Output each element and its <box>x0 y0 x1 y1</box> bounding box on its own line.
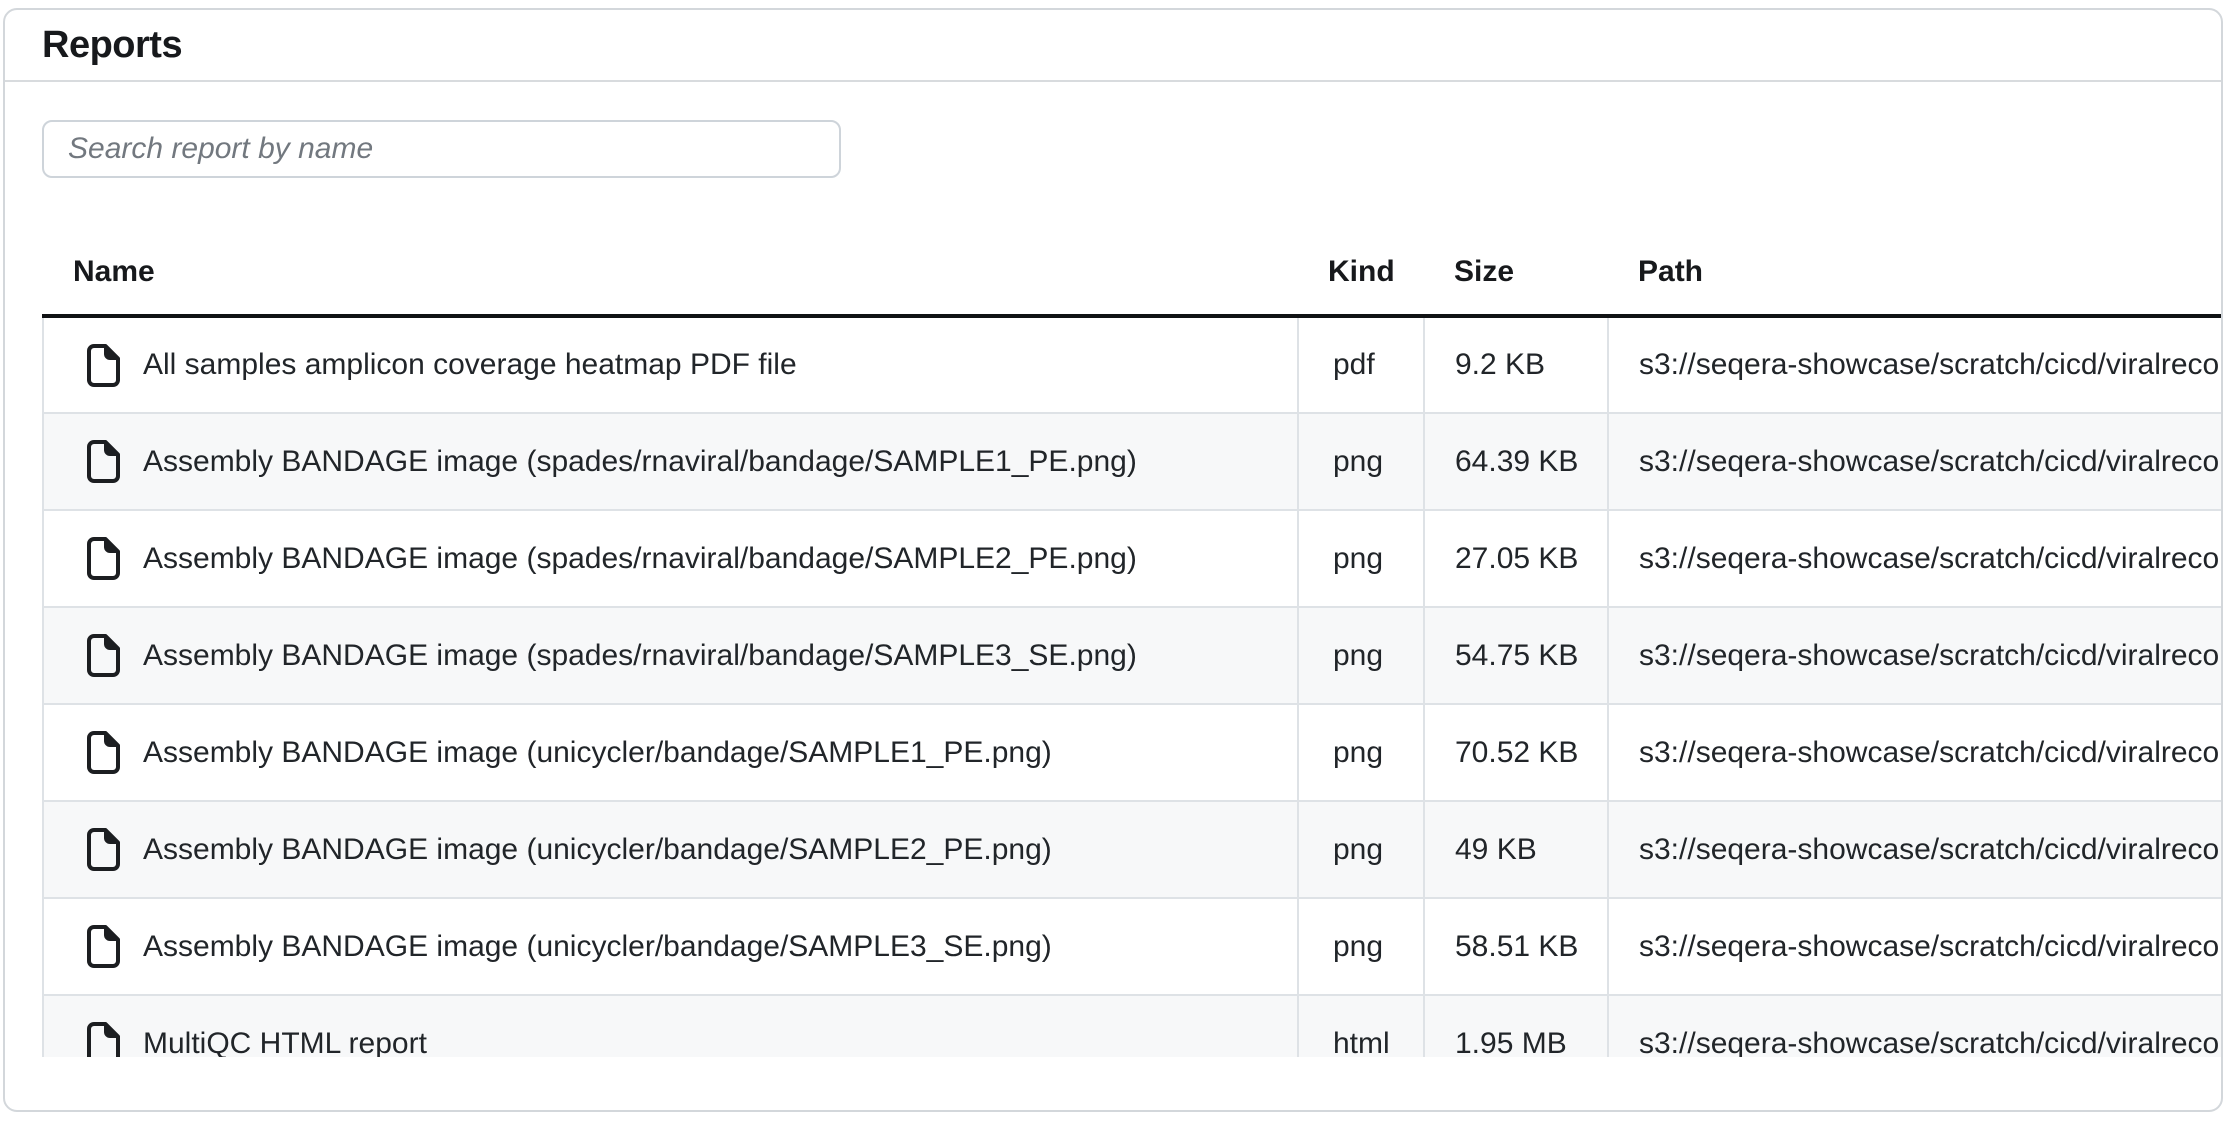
report-path: s3://seqera-showcase/scratch/cicd/viralr… <box>1608 316 2223 413</box>
report-name-cell: All samples amplicon coverage heatmap PD… <box>44 344 1297 387</box>
card-header: Reports <box>5 10 2221 82</box>
file-earmark-icon <box>87 537 120 580</box>
report-path: s3://seqera-showcase/scratch/cicd/viralr… <box>1608 510 2223 607</box>
report-kind: png <box>1298 898 1424 995</box>
file-earmark-icon <box>87 731 120 774</box>
report-size: 49 KB <box>1424 801 1608 898</box>
table-row[interactable]: MultiQC HTML report html 1.95 MB s3://se… <box>43 995 2223 1057</box>
report-name: All samples amplicon coverage heatmap PD… <box>143 348 797 382</box>
report-size: 1.95 MB <box>1424 995 1608 1057</box>
report-name: Assembly BANDAGE image (unicycler/bandag… <box>143 930 1052 964</box>
report-name-cell: Assembly BANDAGE image (spades/rnaviral/… <box>44 634 1297 677</box>
column-header-kind: Kind <box>1298 230 1424 316</box>
table-row[interactable]: Assembly BANDAGE image (spades/rnaviral/… <box>43 510 2223 607</box>
table-row[interactable]: Assembly BANDAGE image (spades/rnaviral/… <box>43 413 2223 510</box>
table-row[interactable]: Assembly BANDAGE image (spades/rnaviral/… <box>43 607 2223 704</box>
search-input[interactable] <box>42 120 841 178</box>
report-kind: png <box>1298 413 1424 510</box>
file-earmark-icon <box>87 344 120 387</box>
report-size: 54.75 KB <box>1424 607 1608 704</box>
report-path: s3://seqera-showcase/scratch/cicd/viralr… <box>1608 898 2223 995</box>
report-name-cell: Assembly BANDAGE image (spades/rnaviral/… <box>44 537 1297 580</box>
report-kind: html <box>1298 995 1424 1057</box>
page-title: Reports <box>42 24 182 67</box>
report-path: s3://seqera-showcase/scratch/cicd/viralr… <box>1608 995 2223 1057</box>
report-name-cell: Assembly BANDAGE image (unicycler/bandag… <box>44 828 1297 871</box>
report-name-cell: Assembly BANDAGE image (unicycler/bandag… <box>44 731 1297 774</box>
file-earmark-icon <box>87 634 120 677</box>
report-size: 27.05 KB <box>1424 510 1608 607</box>
file-earmark-icon <box>87 828 120 871</box>
table-row[interactable]: Assembly BANDAGE image (unicycler/bandag… <box>43 704 2223 801</box>
report-name: Assembly BANDAGE image (unicycler/bandag… <box>143 736 1052 770</box>
report-name-cell: Assembly BANDAGE image (spades/rnaviral/… <box>44 440 1297 483</box>
report-name: Assembly BANDAGE image (unicycler/bandag… <box>143 833 1052 867</box>
report-path: s3://seqera-showcase/scratch/cicd/viralr… <box>1608 801 2223 898</box>
report-kind: png <box>1298 704 1424 801</box>
file-earmark-icon <box>87 1022 120 1057</box>
report-name-cell: Assembly BANDAGE image (unicycler/bandag… <box>44 925 1297 968</box>
report-name: Assembly BANDAGE image (spades/rnaviral/… <box>143 445 1137 479</box>
report-size: 64.39 KB <box>1424 413 1608 510</box>
column-header-name: Name <box>43 230 1298 316</box>
report-size: 9.2 KB <box>1424 316 1608 413</box>
file-earmark-icon <box>87 440 120 483</box>
report-kind: png <box>1298 607 1424 704</box>
table-row[interactable]: Assembly BANDAGE image (unicycler/bandag… <box>43 801 2223 898</box>
report-name: Assembly BANDAGE image (spades/rnaviral/… <box>143 542 1137 576</box>
report-path: s3://seqera-showcase/scratch/cicd/viralr… <box>1608 607 2223 704</box>
report-path: s3://seqera-showcase/scratch/cicd/viralr… <box>1608 413 2223 510</box>
report-kind: png <box>1298 510 1424 607</box>
table-row[interactable]: Assembly BANDAGE image (unicycler/bandag… <box>43 898 2223 995</box>
file-earmark-icon <box>87 925 120 968</box>
report-size: 58.51 KB <box>1424 898 1608 995</box>
table-row[interactable]: All samples amplicon coverage heatmap PD… <box>43 316 2223 413</box>
report-kind: pdf <box>1298 316 1424 413</box>
reports-table-container: Name Kind Size Path All samples amplicon… <box>42 230 2223 1057</box>
report-name: MultiQC HTML report <box>143 1027 427 1058</box>
column-header-size: Size <box>1424 230 1608 316</box>
report-name-cell: MultiQC HTML report <box>44 1022 1297 1057</box>
column-header-path: Path <box>1608 230 2223 316</box>
table-header-row: Name Kind Size Path <box>43 230 2223 316</box>
report-path: s3://seqera-showcase/scratch/cicd/viralr… <box>1608 704 2223 801</box>
reports-card: Reports Name Kind Size Path <box>3 8 2223 1112</box>
card-body: Name Kind Size Path All samples amplicon… <box>5 82 2221 1057</box>
reports-table: Name Kind Size Path All samples amplicon… <box>42 230 2223 1057</box>
report-kind: png <box>1298 801 1424 898</box>
report-name: Assembly BANDAGE image (spades/rnaviral/… <box>143 639 1137 673</box>
report-size: 70.52 KB <box>1424 704 1608 801</box>
